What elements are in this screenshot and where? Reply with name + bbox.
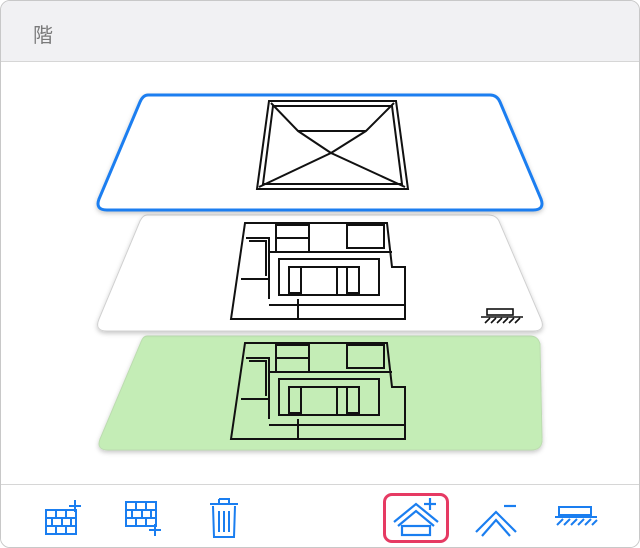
add-roof-icon [393, 498, 439, 537]
add-floor-above-button[interactable] [31, 493, 97, 543]
floors-panel: 階 [0, 0, 640, 548]
floor-stack [1, 62, 639, 484]
add-floor-below-button[interactable] [111, 493, 177, 543]
floor-card-1[interactable] [98, 335, 543, 451]
floor-card-2[interactable] [97, 214, 543, 332]
remove-roof-button[interactable] [463, 493, 529, 543]
add-roof-button[interactable] [383, 493, 449, 543]
delete-floor-button[interactable] [191, 493, 257, 543]
foundation-button[interactable] [543, 493, 609, 543]
panel-title: 階 [33, 23, 53, 47]
floor-toolbar [1, 484, 639, 547]
remove-roof-icon [475, 504, 517, 537]
floor-card-roof[interactable] [96, 93, 544, 212]
panel-header: 階 [1, 1, 639, 62]
trash-icon [210, 498, 238, 538]
foundation-icon [555, 506, 598, 526]
add-floor-below-icon [125, 501, 161, 536]
add-floor-above-icon [45, 500, 81, 535]
